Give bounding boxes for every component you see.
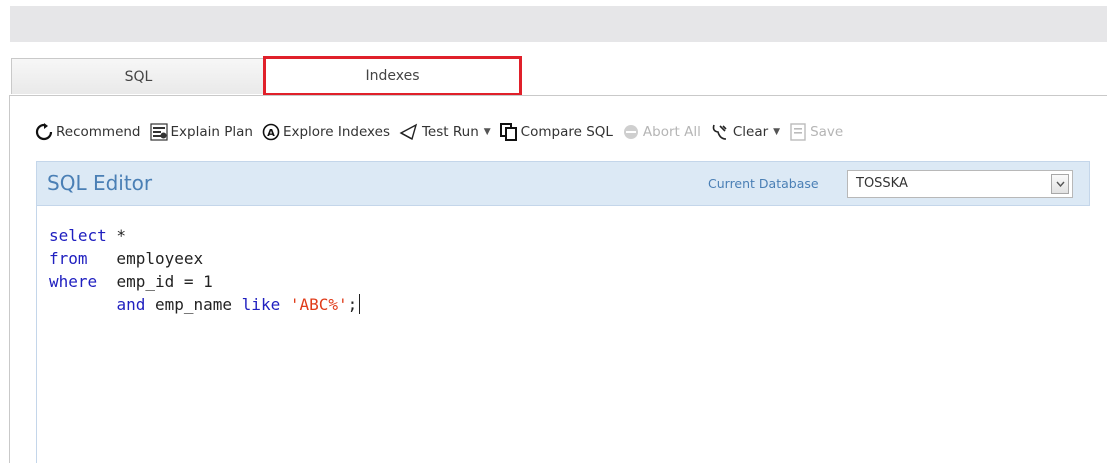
recommend-button[interactable]: Recommend xyxy=(35,123,141,141)
save-label: Save xyxy=(810,124,844,140)
recommend-label: Recommend xyxy=(56,124,141,140)
abort-icon xyxy=(623,125,638,139)
current-database-value: TOSSKA xyxy=(856,176,908,191)
save-icon xyxy=(790,123,806,141)
clear-label: Clear xyxy=(732,124,769,140)
current-database-label: Current Database xyxy=(708,176,819,191)
refresh-icon xyxy=(35,123,53,141)
code-line: select * xyxy=(49,226,127,245)
test-run-icon xyxy=(399,123,418,141)
code-line: and emp_name like 'ABC%'; xyxy=(49,293,361,316)
explain-plan-icon xyxy=(149,123,168,141)
test-run-button[interactable]: Test Run ▼ xyxy=(399,123,491,141)
top-bar xyxy=(10,6,1107,42)
toolbar: Recommend Explain Plan A Explore Indexes… xyxy=(35,119,1095,145)
explore-indexes-icon: A xyxy=(262,123,280,141)
compare-sql-button[interactable]: Compare SQL xyxy=(499,123,613,141)
tab-sql-label: SQL xyxy=(124,68,153,85)
clear-button[interactable]: Clear ▼ xyxy=(710,123,780,141)
chevron-down-icon[interactable]: ▼ xyxy=(484,127,491,137)
tab-sql[interactable]: SQL xyxy=(11,58,266,94)
sql-editor-header: SQL Editor Current Database TOSSKA xyxy=(36,161,1090,206)
save-button[interactable]: Save xyxy=(789,123,843,141)
abort-all-label: Abort All xyxy=(642,124,701,140)
sql-editor[interactable]: select * from employeex where emp_id = 1 a… xyxy=(36,206,1090,463)
explain-plan-label: Explain Plan xyxy=(170,124,253,140)
clear-icon xyxy=(712,124,727,140)
explore-indexes-label: Explore Indexes xyxy=(282,124,390,140)
tab-indexes-label: Indexes xyxy=(365,68,420,84)
chevron-down-icon[interactable]: ▼ xyxy=(773,127,780,137)
test-run-label: Test Run xyxy=(421,124,479,140)
chevron-down-icon[interactable] xyxy=(1051,174,1069,194)
svg-text:A: A xyxy=(267,128,275,139)
code-line: from employeex xyxy=(49,249,204,268)
current-database-select[interactable]: TOSSKA xyxy=(847,170,1073,198)
sql-editor-title: SQL Editor xyxy=(47,171,153,195)
explain-plan-button[interactable]: Explain Plan xyxy=(149,123,253,141)
explore-indexes-button[interactable]: A Explore Indexes xyxy=(262,123,390,141)
abort-all-button[interactable]: Abort All xyxy=(622,123,701,141)
code-line: where emp_id = 1 xyxy=(49,272,213,291)
compare-sql-icon xyxy=(499,123,517,141)
tab-indexes[interactable]: Indexes xyxy=(263,56,522,96)
text-cursor xyxy=(359,294,361,314)
compare-sql-label: Compare SQL xyxy=(520,124,613,140)
sql-code[interactable]: select * from employeex where emp_id = 1 a… xyxy=(49,224,361,316)
